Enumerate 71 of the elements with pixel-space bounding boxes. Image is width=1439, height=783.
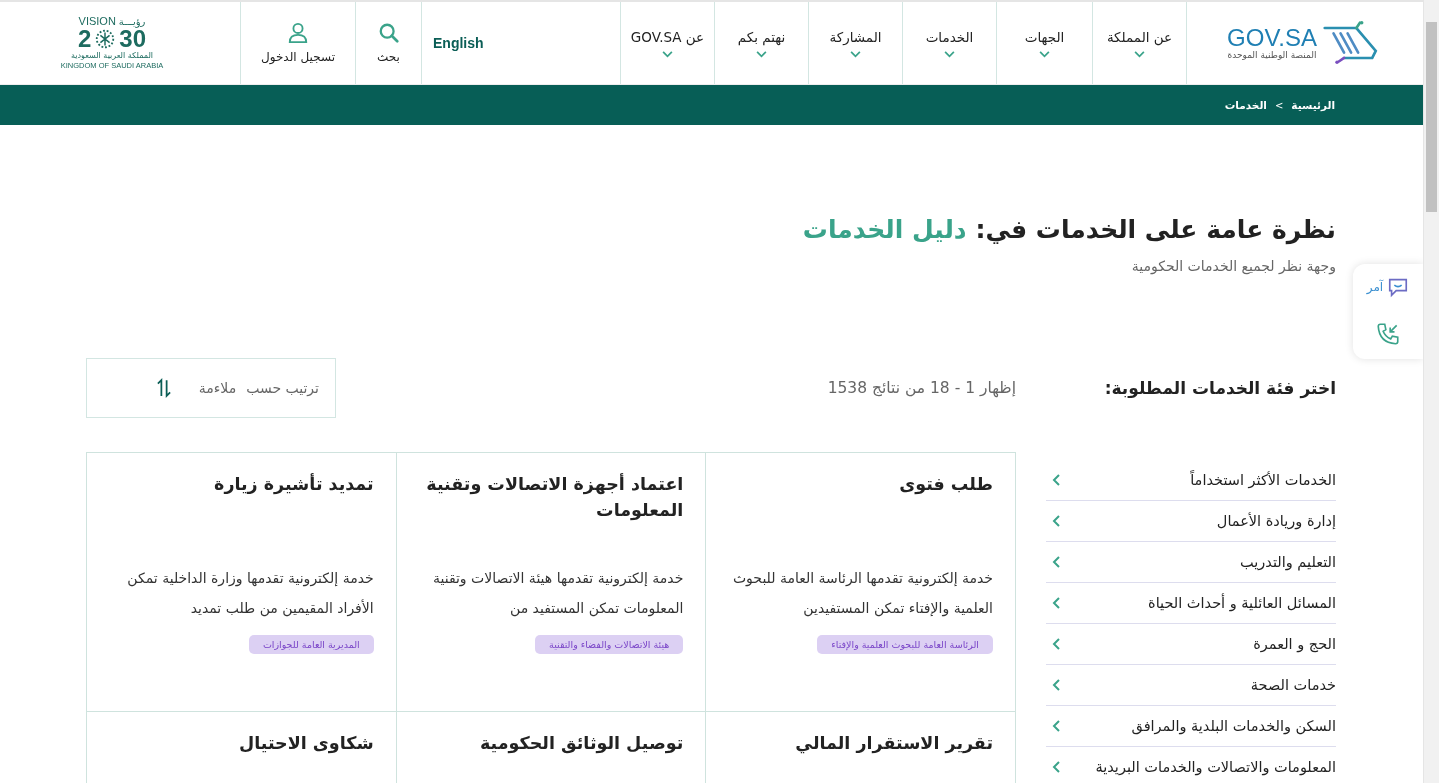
nav-menu-item[interactable]: نهتم بكم	[714, 2, 808, 84]
service-card[interactable]: طلب فتوى خدمة إلكترونية تقدمها الرئاسة العامة للبحوث العلمية والإفتاء تمكن المستفيدين الرئاسة العامة للبحوث العلمية والإفتاء	[705, 453, 1015, 712]
nav-menu-item[interactable]: المشاركة	[808, 2, 902, 84]
agency-tag: المديرية العامة للجوازات	[248, 635, 374, 654]
chevron-down-icon	[1039, 50, 1050, 58]
chat-button[interactable]: آمر	[1366, 275, 1410, 298]
scrollbar[interactable]	[1423, 0, 1439, 783]
service-card[interactable]: تقرير الاستقرار المالي	[705, 712, 1015, 783]
page-title: نظرة عامة على الخدمات في: دليل الخدمات	[801, 215, 1336, 244]
service-description: خدمة إلكترونية تقدمها الرئاسة العامة للبحوث العلمية والإفتاء تمكن المستفيدين	[731, 569, 993, 619]
service-description: خدمة إلكترونية تقدمها وزارة الداخلية تمكن الأفراد المقيمين من طلب تمديد	[126, 569, 374, 619]
brand-tagline: المنصة الوطنية الموحدة	[1227, 50, 1317, 60]
user-icon	[287, 22, 309, 44]
service-title: شكاوى الاحتيال	[239, 732, 374, 756]
service-description: خدمة إلكترونية تقدمها هيئة الاتصالات وتقنية المعلومات تمكن المستفيد من	[431, 569, 684, 619]
vision-year: 30	[119, 27, 147, 52]
service-title: تقرير الاستقرار المالي	[795, 732, 993, 756]
page-subtitle: وجهة نظر لجميع الخدمات الحكومية	[1130, 258, 1336, 274]
service-card[interactable]: شكاوى الاحتيال	[86, 712, 396, 783]
service-title: تمديد تأشيرة زيارة	[214, 472, 374, 497]
chevron-down-icon	[850, 50, 861, 58]
vision-country-arabic: المملكة العربية السعودية	[70, 51, 154, 61]
search-icon	[377, 22, 400, 44]
chevron-down-icon	[1134, 50, 1145, 58]
vision-word: VISION	[78, 16, 116, 28]
chevron-left-icon	[1052, 638, 1060, 650]
sort-icon	[156, 377, 171, 399]
chevron-left-icon	[1052, 515, 1060, 527]
category-item[interactable]: إدارة وريادة الأعمال	[1046, 501, 1336, 542]
chevron-left-icon	[1052, 761, 1060, 773]
service-card[interactable]: اعتماد أجهزة الاتصالات وتقنية المعلومات خدمة إلكترونية تقدمها هيئة الاتصالات وتقنية المعلومات تمكن المستفيد من هيئة الاتصالات والفضاء والتقنية	[395, 453, 706, 712]
breadcrumb-link[interactable]: الرئيسية	[1291, 99, 1335, 111]
category-item[interactable]: السكن والخدمات البلدية والمرافق	[1046, 706, 1336, 747]
agency-tag: هيئة الاتصالات والفضاء والتقنية	[535, 635, 684, 654]
emblem-icon	[94, 28, 117, 51]
chevron-left-icon	[1052, 720, 1060, 732]
category-item[interactable]: الخدمات الأكثر استخداماً	[1046, 460, 1336, 501]
chevron-left-icon	[1052, 679, 1060, 691]
nav-menu-item[interactable]: عن GOV.SA	[620, 2, 714, 84]
vision-year: 2	[77, 27, 92, 52]
agency-tag: الرئاسة العامة للبحوث العلمية والإفتاء	[817, 635, 993, 654]
category-item[interactable]: الحج و العمرة	[1046, 624, 1336, 665]
breadcrumb-separator: >	[1274, 99, 1284, 111]
category-item[interactable]: التعليم والتدريب	[1046, 542, 1336, 583]
chevron-left-icon	[1052, 556, 1060, 568]
service-card[interactable]: تمديد تأشيرة زيارة خدمة إلكترونية تقدمها وزارة الداخلية تمكن الأفراد المقيمين من طلب تمديد المديرية العامة للجوازات	[86, 453, 396, 712]
nav-menu-item[interactable]: عن المملكة	[1092, 2, 1186, 84]
nav-menu-item[interactable]: الجهات	[996, 2, 1092, 84]
brand-name: GOV.SA	[1227, 26, 1317, 50]
service-title: طلب فتوى	[899, 473, 993, 497]
language-link[interactable]: English	[433, 35, 484, 51]
sort-dropdown[interactable]: ترتيب حسب ملاءمة	[86, 358, 336, 418]
login-button[interactable]: تسجيل الدخول	[240, 2, 355, 84]
vision-word-arabic: رؤيـــة	[118, 16, 146, 27]
chevron-left-icon	[1052, 597, 1060, 609]
chevron-down-icon	[944, 50, 955, 58]
service-card[interactable]: توصيل الوثائق الحكومية	[395, 712, 706, 783]
service-title: اعتماد أجهزة الاتصالات وتقنية المعلومات	[425, 472, 684, 523]
breadcrumb-link[interactable]: الخدمات	[1224, 99, 1267, 111]
category-item[interactable]: خدمات الصحة	[1046, 665, 1336, 706]
chevron-left-icon	[1052, 474, 1060, 486]
category-item[interactable]: المسائل العائلية و أحداث الحياة	[1046, 583, 1336, 624]
results-count: إظهار 1 - 18 من نتائج 1538	[827, 379, 1016, 397]
phone-icon[interactable]	[1375, 321, 1401, 348]
chevron-down-icon	[662, 50, 673, 58]
chevron-down-icon	[756, 50, 767, 58]
search-button[interactable]: بحث	[355, 2, 421, 84]
service-title: توصيل الوثائق الحكومية	[480, 732, 684, 756]
category-heading: اختر فئة الخدمات المطلوبة:	[1103, 378, 1336, 398]
category-item[interactable]: المعلومات والاتصالات والخدمات البريدية	[1046, 747, 1336, 783]
nav-menu-item[interactable]: الخدمات	[902, 2, 996, 84]
